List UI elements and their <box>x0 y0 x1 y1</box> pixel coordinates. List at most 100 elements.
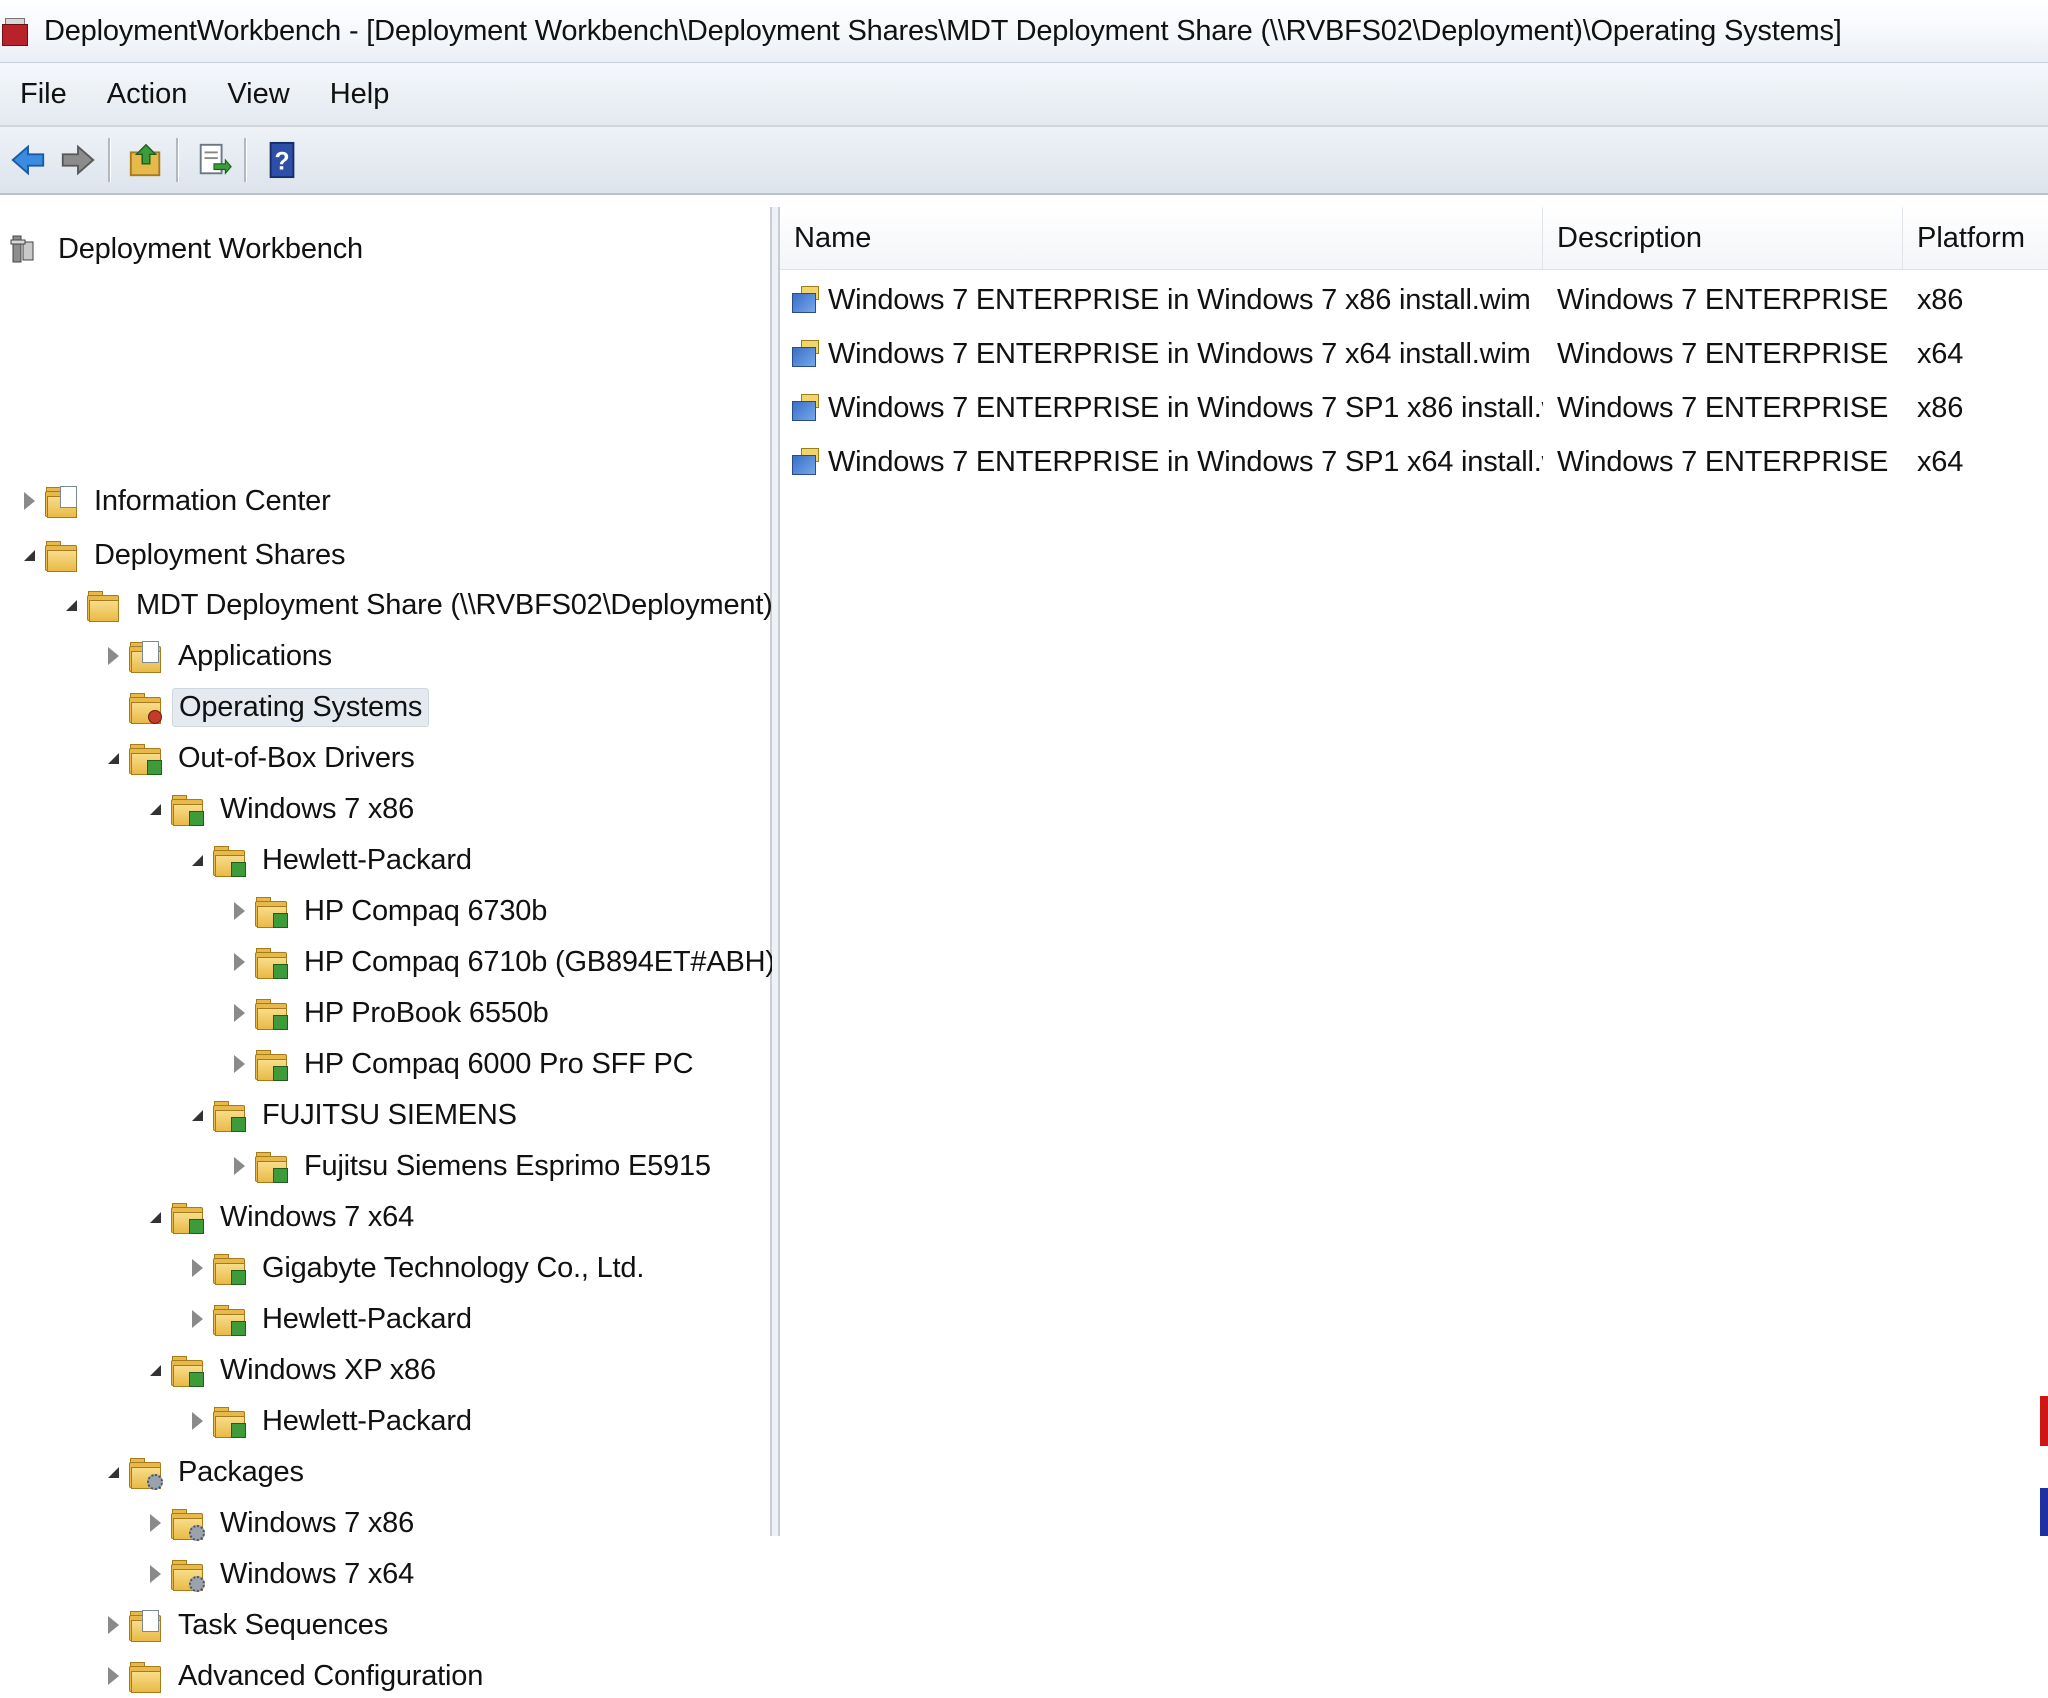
package-folder-icon <box>128 1455 163 1490</box>
tree-label: Hewlett-Packard <box>262 1302 472 1335</box>
tree-item-fujitsu[interactable]: FUJITSU SIEMENS <box>182 1093 523 1137</box>
expand-toggle[interactable] <box>224 896 254 926</box>
tree-label: MDT Deployment Share (\\RVBFS02\Deployme… <box>136 588 773 621</box>
collapse-toggle[interactable] <box>98 1457 128 1487</box>
tree-item-hp-6000[interactable]: HP Compaq 6000 Pro SFF PC <box>224 1042 699 1086</box>
expand-toggle[interactable] <box>98 641 128 671</box>
expand-toggle[interactable] <box>140 1559 170 1589</box>
list-item[interactable]: Windows 7 ENTERPRISE in Windows 7 x86 in… <box>780 273 2048 327</box>
expand-toggle[interactable] <box>182 1253 212 1283</box>
operating-system-image-icon <box>790 339 820 369</box>
forward-button[interactable] <box>56 136 100 184</box>
expand-toggle[interactable] <box>224 1151 254 1181</box>
forward-arrow-icon <box>61 144 95 176</box>
tree-label: Gigabyte Technology Co., Ltd. <box>262 1251 645 1284</box>
back-button[interactable] <box>6 136 50 184</box>
cell-name: Windows 7 ENTERPRISE in Windows 7 x86 in… <box>780 284 1543 317</box>
tree-item-gigabyte[interactable]: Gigabyte Technology Co., Ltd. <box>182 1246 650 1290</box>
pane-splitter[interactable] <box>772 207 780 1536</box>
expand-toggle[interactable] <box>182 1406 212 1436</box>
tree-item-hp-6550b[interactable]: HP ProBook 6550b <box>224 991 555 1035</box>
list-item[interactable]: Windows 7 ENTERPRISE in Windows 7 x64 in… <box>780 327 2048 381</box>
collapse-toggle[interactable] <box>140 794 170 824</box>
tree-label: FUJITSU SIEMENS <box>262 1098 517 1131</box>
tree-item-hp-6730b[interactable]: HP Compaq 6730b <box>224 889 553 933</box>
folder-document-icon <box>128 1608 162 1642</box>
tree-item-out-of-box-drivers[interactable]: Out-of-Box Drivers <box>98 736 421 780</box>
tree-item-packages[interactable]: Packages <box>98 1450 310 1494</box>
menu-help[interactable]: Help <box>310 69 410 119</box>
tree-item-winxp-x86[interactable]: Windows XP x86 <box>140 1348 442 1392</box>
collapse-toggle[interactable] <box>98 743 128 773</box>
tree-item-applications[interactable]: Applications <box>98 634 338 678</box>
tree-item-hp-1[interactable]: Hewlett-Packard <box>182 838 478 882</box>
column-header-description[interactable]: Description <box>1543 207 1903 269</box>
tree-label: Fujitsu Siemens Esprimo E5915 <box>304 1149 711 1182</box>
collapse-toggle[interactable] <box>56 590 86 620</box>
cell-name-text: Windows 7 ENTERPRISE in Windows 7 SP1 x6… <box>828 445 1543 478</box>
cell-name: Windows 7 ENTERPRISE in Windows 7 SP1 x6… <box>780 446 1543 479</box>
collapse-toggle[interactable] <box>140 1355 170 1385</box>
tree-label: Out-of-Box Drivers <box>178 741 415 774</box>
driver-folder-icon <box>170 1353 204 1387</box>
menu-file[interactable]: File <box>0 69 87 119</box>
tree-item-deployment-shares[interactable]: Deployment Shares <box>14 533 351 577</box>
tree-item-hp-3[interactable]: Hewlett-Packard <box>182 1399 478 1443</box>
tree-label: HP Compaq 6710b (GB894ET#ABH) <box>304 945 775 978</box>
tree-item-deployment-workbench[interactable]: Deployment Workbench <box>8 227 369 271</box>
edge-marker-blue <box>2040 1488 2048 1536</box>
driver-folder-icon <box>212 1302 246 1336</box>
operating-system-image-icon <box>790 285 820 315</box>
column-header-platform[interactable]: Platform <box>1903 207 2048 269</box>
expand-toggle[interactable] <box>98 1610 128 1640</box>
tree-item-operating-systems[interactable]: Operating Systems <box>98 685 430 729</box>
cell-name-text: Windows 7 ENTERPRISE in Windows 7 x64 in… <box>828 337 1531 370</box>
window-title: DeploymentWorkbench - [Deployment Workbe… <box>44 14 1842 47</box>
tree-item-hp-2[interactable]: Hewlett-Packard <box>182 1297 478 1341</box>
list-item[interactable]: Windows 7 ENTERPRISE in Windows 7 SP1 x6… <box>780 435 2048 489</box>
tree-label: Windows 7 x86 <box>220 792 415 825</box>
expand-toggle[interactable] <box>224 947 254 977</box>
menu-view[interactable]: View <box>207 69 309 119</box>
menu-action[interactable]: Action <box>87 69 208 119</box>
tree-item-pkg-win7-x64[interactable]: Windows 7 x64 <box>140 1552 420 1596</box>
cell-description: Windows 7 ENTERPRISE <box>1557 337 1889 370</box>
export-list-button[interactable] <box>192 136 236 184</box>
expand-toggle[interactable] <box>224 1049 254 1079</box>
operating-system-image-icon <box>790 393 820 423</box>
expand-toggle[interactable] <box>182 1304 212 1334</box>
expand-toggle[interactable] <box>98 1661 128 1691</box>
collapse-toggle[interactable] <box>140 1202 170 1232</box>
collapse-toggle[interactable] <box>14 540 44 570</box>
title-bar: DeploymentWorkbench - [Deployment Workbe… <box>0 0 2048 63</box>
help-button[interactable]: ? <box>260 136 304 184</box>
tree-item-mdt-share[interactable]: MDT Deployment Share (\\RVBFS02\Deployme… <box>56 583 779 627</box>
expand-toggle[interactable] <box>140 1508 170 1538</box>
expand-toggle[interactable] <box>14 486 44 516</box>
up-one-level-button[interactable] <box>124 136 168 184</box>
tree-item-pkg-win7-x86[interactable]: Windows 7 x86 <box>140 1501 420 1545</box>
driver-folder-icon <box>254 945 288 979</box>
tree-item-win7-x86[interactable]: Windows 7 x86 <box>140 787 420 831</box>
toolbar-separator <box>176 138 178 182</box>
driver-folder-icon <box>212 843 246 877</box>
toolbar: ? <box>0 127 2048 195</box>
cell-description: Windows 7 ENTERPRISE <box>1557 391 1889 424</box>
cell-platform: x86 <box>1917 391 1964 424</box>
cell-platform: x64 <box>1917 445 1964 478</box>
tree-item-task-sequences[interactable]: Task Sequences <box>98 1603 394 1647</box>
tree-item-hp-6710b[interactable]: HP Compaq 6710b (GB894ET#ABH) <box>224 940 781 984</box>
tree-item-information-center[interactable]: Information Center <box>14 479 337 523</box>
expand-toggle[interactable] <box>224 998 254 1028</box>
tree-item-win7-x64[interactable]: Windows 7 x64 <box>140 1195 420 1239</box>
collapse-toggle[interactable] <box>182 845 212 875</box>
tree-item-advanced-configuration[interactable]: Advanced Configuration <box>98 1654 489 1698</box>
list-item[interactable]: Windows 7 ENTERPRISE in Windows 7 SP1 x8… <box>780 381 2048 435</box>
column-header-name[interactable]: Name <box>780 207 1543 269</box>
tree-item-fujitsu-e5915[interactable]: Fujitsu Siemens Esprimo E5915 <box>224 1144 717 1188</box>
export-list-icon <box>199 143 232 175</box>
collapse-toggle[interactable] <box>182 1100 212 1130</box>
cell-description: Windows 7 ENTERPRISE <box>1557 445 1889 478</box>
tree-label: Operating Systems <box>172 687 430 727</box>
tree-label: HP ProBook 6550b <box>304 996 549 1029</box>
